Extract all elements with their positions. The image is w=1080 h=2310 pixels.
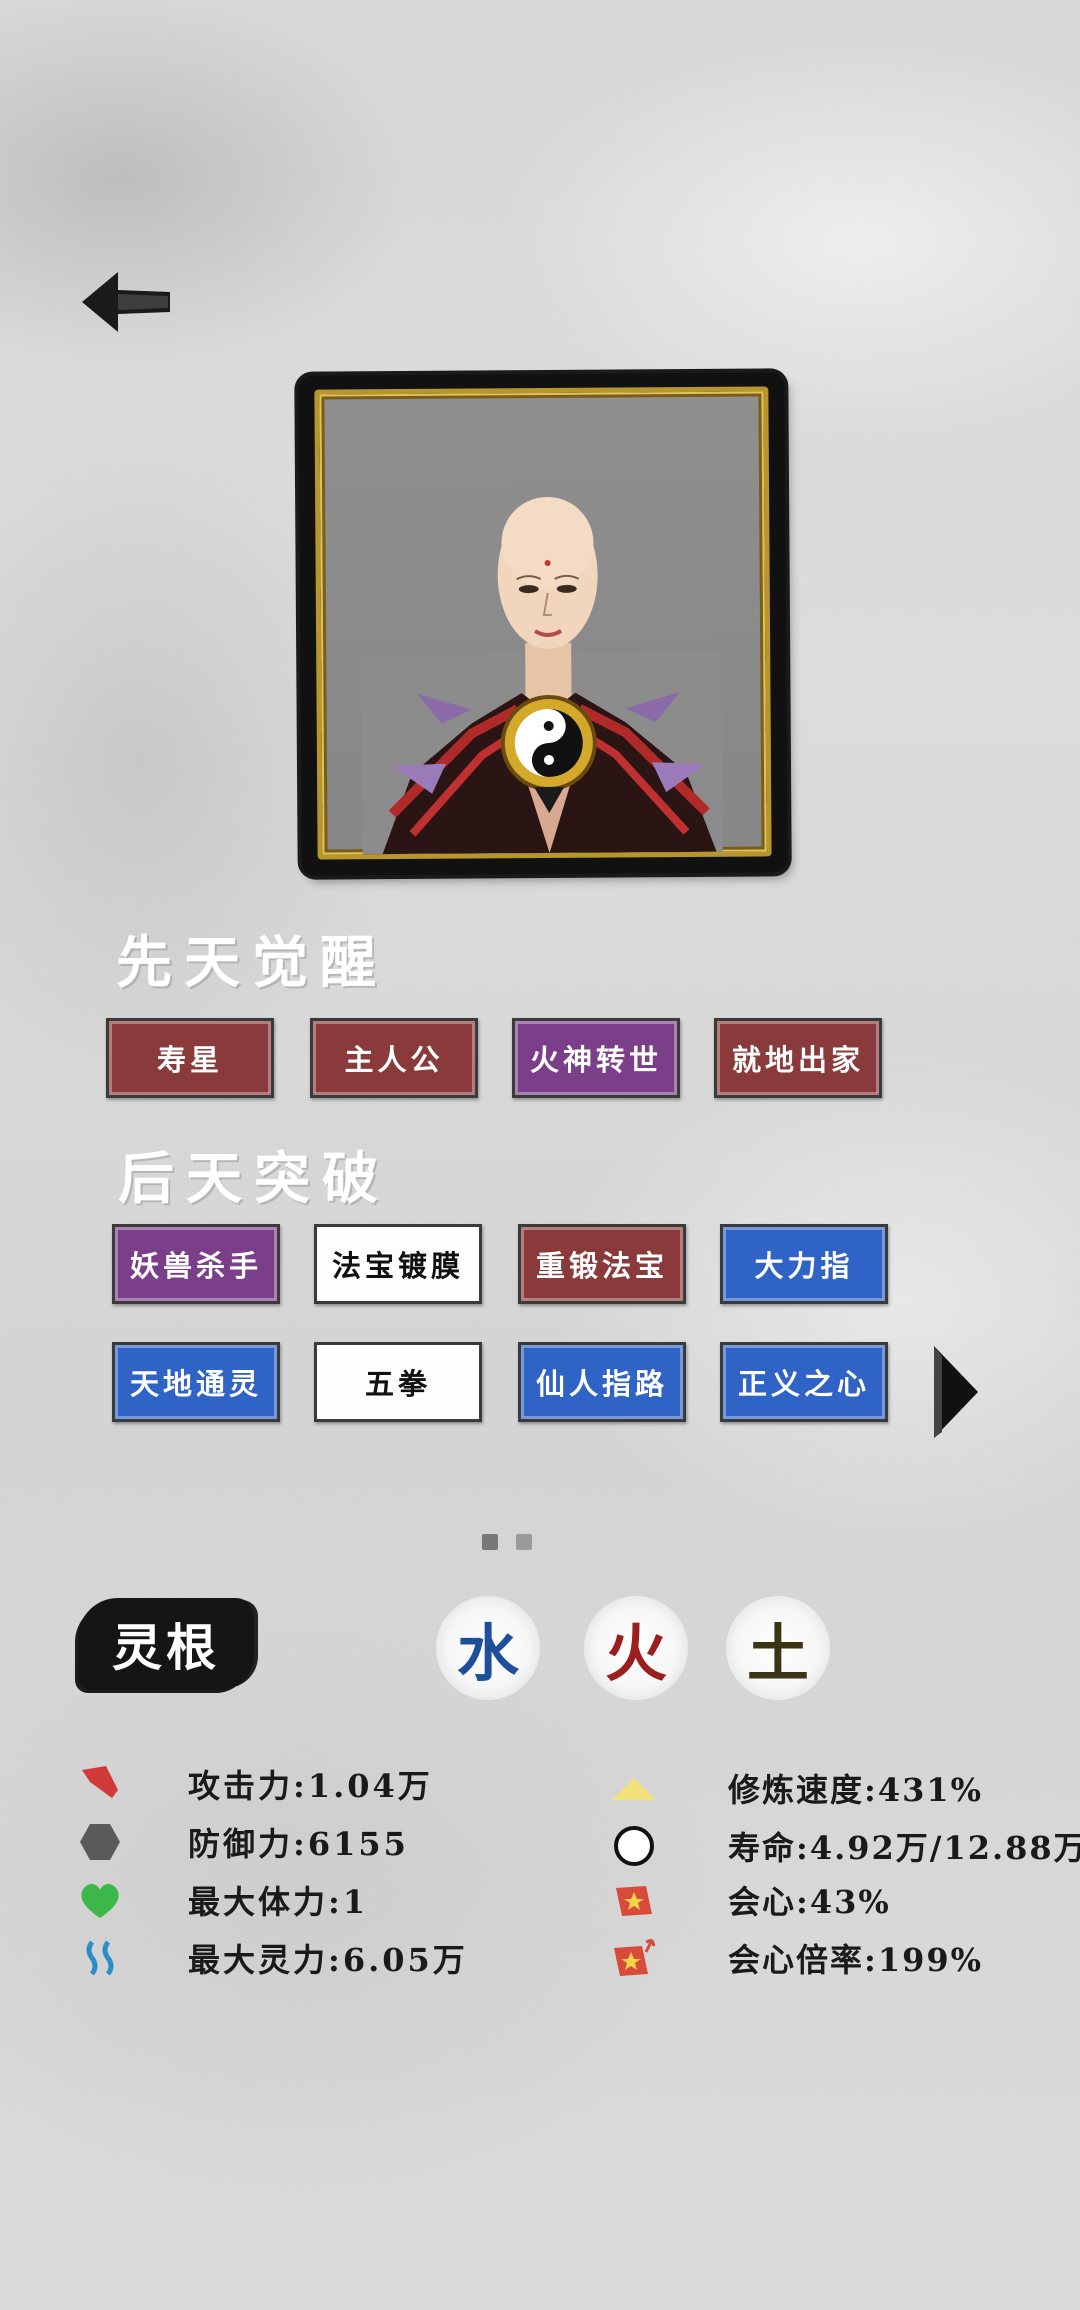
trait-innate-1[interactable]: 寿星 <box>106 1018 274 1098</box>
stat-cultivation-speed: 修炼速度:431% <box>610 1764 983 1812</box>
stat-attack: 攻击力:1.04万 <box>76 1760 433 1808</box>
trait-acquired-1[interactable]: 妖兽杀手 <box>112 1224 280 1304</box>
hp-heart-icon <box>76 1876 124 1924</box>
trait-acquired-5[interactable]: 天地通灵 <box>112 1342 280 1422</box>
stat-lifespan: 寿命:4.92万/12.88万 <box>610 1822 1080 1870</box>
trait-acquired-2[interactable]: 法宝镀膜 <box>314 1224 482 1304</box>
element-water: 水 <box>436 1596 540 1700</box>
back-button[interactable] <box>80 268 172 336</box>
page-dot-1[interactable] <box>482 1534 498 1550</box>
cultivation-triangle-icon <box>610 1764 658 1812</box>
character-illustration <box>361 496 723 855</box>
stat-crit-text: 会心:43% <box>728 1883 891 1921</box>
stat-crit-multiplier: 会心倍率:199% <box>610 1934 983 1982</box>
trait-acquired-6[interactable]: 五拳 <box>314 1342 482 1422</box>
stat-max-hp-text: 最大体力:1 <box>188 1883 369 1921</box>
spirit-root-label: 灵根 <box>78 1598 254 1690</box>
character-portrait <box>314 386 772 860</box>
innate-awakening-title: 先天觉醒 <box>116 930 388 996</box>
trait-innate-4[interactable]: 就地出家 <box>714 1018 882 1098</box>
trait-innate-3[interactable]: 火神转世 <box>512 1018 680 1098</box>
character-portrait-frame <box>298 372 788 876</box>
trait-acquired-8[interactable]: 正义之心 <box>720 1342 888 1422</box>
stat-crit-multiplier-text: 会心倍率:199% <box>728 1941 984 1979</box>
acquired-breakthrough-title: 后天突破 <box>118 1146 390 1212</box>
stat-lifespan-text: 寿命:4.92万/12.88万 <box>728 1829 1080 1867</box>
stat-max-mana: 最大灵力:6.05万 <box>76 1934 468 1982</box>
stat-max-hp: 最大体力:1 <box>76 1876 368 1924</box>
crit-multiplier-icon <box>610 1934 658 1982</box>
element-earth: 土 <box>726 1596 830 1700</box>
back-arrow-icon <box>82 272 170 332</box>
stat-cultivation-speed-text: 修炼速度:431% <box>728 1771 984 1809</box>
stat-attack-text: 攻击力:1.04万 <box>188 1767 433 1805</box>
attack-icon <box>76 1760 124 1808</box>
trait-acquired-4[interactable]: 大力指 <box>720 1224 888 1304</box>
lifespan-circle-icon <box>610 1822 658 1870</box>
crit-star-icon <box>610 1876 658 1924</box>
stat-defense-text: 防御力:6155 <box>188 1825 409 1863</box>
next-page-button[interactable] <box>930 1342 980 1442</box>
stat-crit: 会心:43% <box>610 1876 891 1924</box>
defense-icon <box>76 1818 124 1866</box>
mana-wave-icon <box>76 1934 124 1982</box>
trait-innate-2[interactable]: 主人公 <box>310 1018 478 1098</box>
page-dot-2[interactable] <box>516 1534 532 1550</box>
stat-defense: 防御力:6155 <box>76 1818 409 1866</box>
element-fire: 火 <box>584 1596 688 1700</box>
trait-acquired-3[interactable]: 重锻法宝 <box>518 1224 686 1304</box>
next-page-triangle-icon <box>934 1346 978 1438</box>
page-indicator <box>482 1534 532 1550</box>
trait-acquired-7[interactable]: 仙人指路 <box>518 1342 686 1422</box>
stat-max-mana-text: 最大灵力:6.05万 <box>188 1941 468 1979</box>
